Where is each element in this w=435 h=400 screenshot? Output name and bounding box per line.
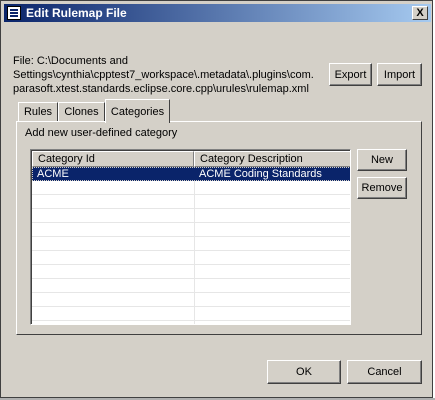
panel-description: Add new user-defined category	[25, 127, 178, 139]
edit-rulemap-dialog: Edit Rulemap File X File: C:\Documents a…	[0, 0, 433, 398]
tab-rules[interactable]: Rules	[18, 102, 58, 121]
file-path-label: File: C:\Documents and Settings\cynthia\…	[13, 55, 314, 95]
remove-category-button[interactable]: Remove	[357, 177, 407, 199]
table-row[interactable]: ACME ACME Coding Standards	[32, 167, 350, 181]
cancel-button[interactable]: Cancel	[347, 360, 422, 384]
empty-table-row[interactable]	[32, 195, 350, 209]
empty-table-row[interactable]	[32, 251, 350, 265]
tab-clones[interactable]: Clones	[58, 102, 105, 121]
empty-table-row[interactable]	[32, 307, 350, 321]
empty-table-row[interactable]	[32, 181, 350, 195]
window-icon	[7, 6, 21, 20]
cell-category-id: ACME	[37, 168, 69, 180]
new-category-button[interactable]: New	[357, 149, 407, 171]
tab-categories[interactable]: Categories	[105, 99, 170, 123]
window-title: Edit Rulemap File	[26, 6, 127, 20]
table-header: Category Id Category Description	[32, 151, 350, 167]
table-frame: Category Id Category Description ACME ACM…	[31, 150, 350, 324]
title-bar[interactable]: Edit Rulemap File X	[4, 4, 431, 22]
empty-table-row[interactable]	[32, 223, 350, 237]
export-button[interactable]: Export	[329, 63, 372, 86]
empty-table-row[interactable]	[32, 293, 350, 307]
empty-table-row[interactable]	[32, 209, 350, 223]
cell-category-description: ACME Coding Standards	[199, 168, 322, 180]
empty-table-row[interactable]	[32, 265, 350, 279]
category-table[interactable]: Category Id Category Description ACME ACM…	[30, 149, 351, 325]
column-header-category-id[interactable]: Category Id	[32, 151, 194, 167]
close-button[interactable]: X	[412, 6, 428, 20]
ok-button[interactable]: OK	[267, 360, 341, 384]
empty-table-row[interactable]	[32, 279, 350, 293]
empty-table-row[interactable]	[32, 237, 350, 251]
import-button[interactable]: Import	[377, 63, 422, 86]
column-header-category-description[interactable]: Category Description	[194, 151, 350, 167]
